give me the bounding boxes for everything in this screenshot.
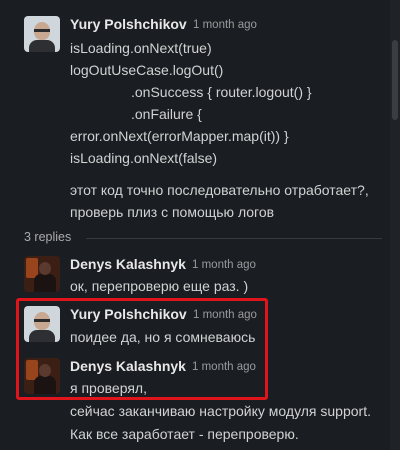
replies-count: 3 replies [24,230,72,244]
message-text-line: isLoading.onNext(true) [70,40,212,56]
message-text-line: сейчас заканчиваю настройку модуля suppo… [70,403,371,419]
message-text-line: проверь плиз с помощью логов [70,204,275,220]
message-text-line: error.onNext(errorMapper.map(it)) } [70,128,289,144]
scrollbar-thumb[interactable] [392,40,398,120]
message-author[interactable]: Yury Polshchikov [70,16,187,32]
highlight-box [16,298,268,400]
avatar[interactable] [24,16,60,52]
message-text-line: logOutUseCase.logOut() [70,62,224,78]
reply-message: Denys Kalashnyk 1 month ago ок, перепров… [0,250,390,298]
message-text-line: isLoading.onNext(false) [70,150,218,166]
scrollbar[interactable] [390,0,400,450]
message-text-line: этот код точно последовательно отработае… [70,182,369,198]
parent-message: Yury Polshchikov 1 month ago isLoading.o… [0,0,390,228]
message-text-line: ок, перепроверю еще раз. ) [70,278,249,294]
message-text-line: Как все заработает - перепроверю. [70,426,299,442]
avatar[interactable] [24,256,60,292]
divider [86,238,382,239]
message-timestamp[interactable]: 1 month ago [193,19,257,31]
message-text-line: .onSuccess { router.logout() } [131,84,312,100]
message-timestamp[interactable]: 1 month ago [192,259,256,271]
message-text-line: .onFailure { [131,106,202,122]
replies-divider-row: 3 replies [0,228,390,248]
message-author[interactable]: Denys Kalashnyk [70,256,186,272]
